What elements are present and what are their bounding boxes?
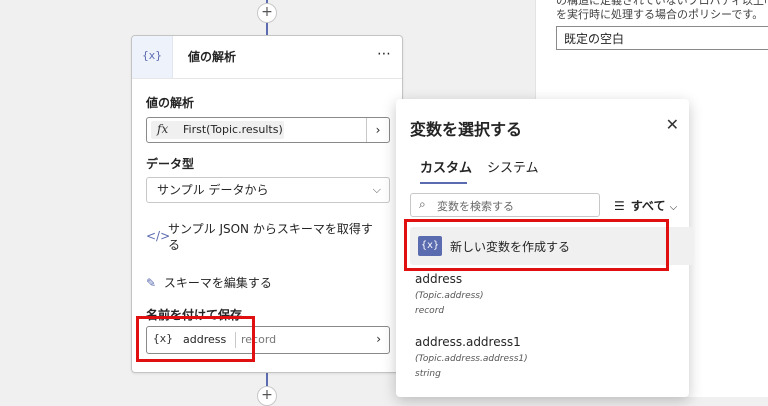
parse-value-label: 値の解析 <box>146 96 195 110</box>
variable-list-item[interactable]: address (Topic.address) record <box>415 272 484 316</box>
chevron-down-icon: ⌵ <box>372 183 381 196</box>
data-type-label: データ型 <box>146 157 195 171</box>
add-node-button-top[interactable]: + <box>257 3 277 23</box>
tab-custom[interactable]: カスタム <box>420 157 472 176</box>
search-icon: ⌕ <box>419 197 426 211</box>
variable-list-item[interactable]: address.address1 (Topic.address.address1… <box>415 335 528 379</box>
chevron-right-icon[interactable]: › <box>366 118 389 142</box>
edit-schema-link[interactable]: ✎ スキーマを編集する <box>146 274 272 291</box>
fx-icon: fx <box>157 122 169 136</box>
more-options-icon[interactable]: ⋯ <box>377 46 392 62</box>
variable-name: address <box>415 272 463 286</box>
filter-label: すべて <box>630 199 666 213</box>
chevron-down-icon: ⌵ <box>669 202 678 213</box>
variable-name: address.address1 <box>415 335 521 349</box>
search-placeholder: 変数を検索する <box>437 200 514 213</box>
formula-field[interactable]: fx First(Topic.results) › <box>146 117 390 143</box>
data-type-dropdown[interactable]: サンプル データから ⌵ <box>146 177 390 203</box>
formula-text: First(Topic.results) <box>183 123 283 136</box>
formula-chip: fx First(Topic.results) <box>151 121 284 139</box>
code-icon: </> <box>146 229 171 243</box>
edit-schema-text: スキーマを編集する <box>163 276 272 290</box>
pencil-icon: ✎ <box>146 276 157 290</box>
variable-path: (Topic.address.address1) <box>415 354 528 364</box>
get-schema-line1: サンプル JSON からスキーマを取得す <box>168 222 373 236</box>
close-icon[interactable]: ✕ <box>666 115 679 134</box>
variable-type: record <box>415 306 445 316</box>
add-node-button-bottom[interactable]: + <box>257 386 277 406</box>
filter-dropdown[interactable]: ☰ すべて ⌵ <box>614 197 677 214</box>
variable-icon: {x} <box>132 36 173 78</box>
get-schema-line2: る <box>168 238 181 252</box>
tab-system[interactable]: システム <box>487 157 539 176</box>
variable-search-input[interactable]: ⌕ 変数を検索する <box>410 193 600 217</box>
node-header: {x} 値の解析 ⋯ <box>132 36 402 79</box>
chevron-right-icon: › <box>376 332 381 346</box>
variable-type: string <box>415 369 441 379</box>
filter-icon: ☰ <box>614 199 625 213</box>
active-tab-indicator <box>420 182 467 184</box>
node-title: 値の解析 <box>188 50 237 64</box>
data-type-value: サンプル データから <box>157 183 269 197</box>
highlight-box-save-variable <box>136 316 255 362</box>
policy-description-line1: の構造に定義されていないプロパティ以上のいい <box>556 0 766 7</box>
picker-title: 変数を選択する <box>410 120 523 139</box>
policy-select[interactable]: 既定の空白 <box>556 26 768 50</box>
policy-description-line2: を実行時に処理する場合のポリシーです。 <box>556 8 764 21</box>
highlight-box-new-variable <box>404 219 669 271</box>
variable-path: (Topic.address) <box>415 291 484 301</box>
